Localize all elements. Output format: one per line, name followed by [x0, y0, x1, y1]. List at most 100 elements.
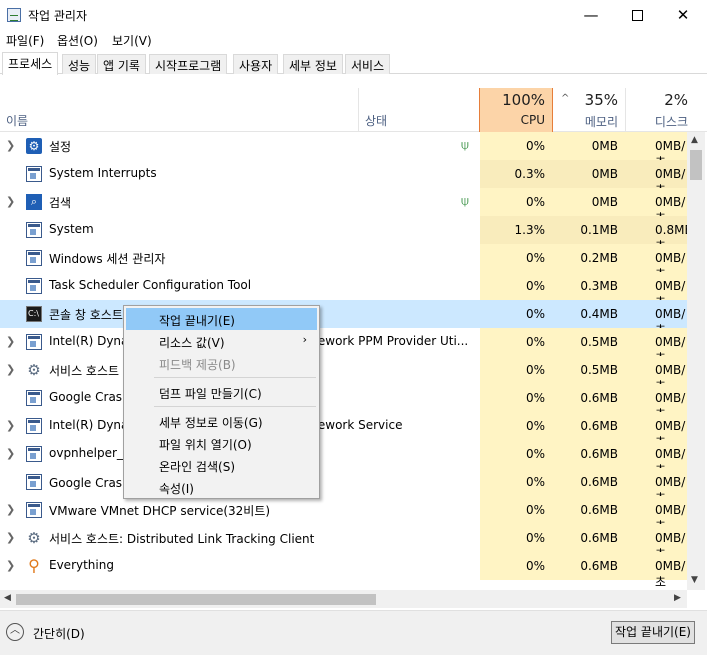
scroll-down-icon[interactable]: ▼ [691, 575, 698, 585]
window-icon [26, 222, 42, 238]
cpu-value: 0% [480, 384, 552, 412]
disk-value: 0MB/초 [625, 552, 687, 589]
expand-chevron-icon[interactable]: ❯ [6, 531, 15, 544]
cpu-value: 0.3% [480, 160, 552, 188]
tab-app-history[interactable]: 앱 기록 [97, 54, 146, 74]
tab-startup[interactable]: 시작프로그램 [149, 54, 228, 74]
tab-details[interactable]: 세부 정보 [283, 54, 343, 74]
expand-chevron-icon[interactable]: ❯ [6, 419, 15, 432]
maximize-icon [631, 9, 643, 21]
window-icon [26, 502, 42, 518]
context-menu-item[interactable]: 덤프 파일 만들기(C) [126, 381, 317, 403]
process-row[interactable]: ❯ ⚙ 서비스 호스트: Distributed Link Tracking Cli… [0, 524, 687, 561]
cpu-value: 0% [480, 244, 552, 272]
context-menu-item[interactable]: 파일 위치 열기(O) [126, 432, 317, 454]
disk-total-percent: 2% [664, 91, 688, 109]
context-menu-item-label: 세부 정보로 이동(G) [159, 416, 263, 430]
horizontal-scroll-thumb[interactable] [16, 594, 376, 605]
process-name: Windows 세션 관리자 [49, 252, 166, 266]
close-icon: ✕ [676, 6, 690, 24]
expand-chevron-icon[interactable]: ❯ [6, 363, 15, 376]
process-row[interactable]: ❯Intel(R) Dynamic Platform and Thermal F… [0, 328, 687, 365]
cpu-value: 0% [480, 328, 552, 356]
memory-value: 0.6MB [552, 412, 625, 440]
window-icon [26, 418, 42, 434]
scroll-right-icon[interactable]: ▶ [674, 593, 681, 603]
memory-value: 0.6MB [552, 440, 625, 468]
context-menu-item-label: 피드백 제공(B) [159, 358, 236, 372]
suspended-leaf-icon: ⍦ [461, 194, 469, 209]
column-status[interactable]: 상태 [365, 112, 387, 129]
menu-options[interactable]: 옵션(O) [57, 32, 98, 49]
window-icon [26, 166, 42, 182]
memory-value: 0.1MB [552, 216, 625, 244]
cpu-label: CPU [520, 113, 545, 127]
process-row[interactable]: ❯ VMware VMnet DHCP service(32비트) 0% 0.6MB 0… [0, 496, 687, 533]
tab-services[interactable]: 서비스 [345, 54, 391, 74]
process-row[interactable]: C:\ 콘솔 창 호스트 0% 0.4MB 0MB/초 [0, 300, 687, 337]
suspended-leaf-icon: ⍦ [461, 138, 469, 153]
cpu-value: 1.3% [480, 216, 552, 244]
process-row[interactable]: System 1.3%0.1MB0.8MB/초 [0, 216, 687, 253]
disk-value: 0MB/초 [625, 496, 687, 533]
process-row[interactable]: ❯Intel(R) Dynamic Platform and Thermal F… [0, 412, 687, 449]
process-row[interactable]: ❯ ⚙ 설정 ⍦ 0%0MB0MB/초 [0, 132, 687, 169]
vertical-scroll-thumb[interactable] [690, 150, 702, 180]
window-icon [26, 250, 42, 266]
process-row[interactable]: ❯ovpnhelper_service0%0.6MB0MB/초 [0, 440, 687, 477]
process-row[interactable]: System Interrupts 0.3%0MB0MB/초 [0, 160, 687, 197]
collapse-icon[interactable]: ︿ [6, 623, 24, 641]
process-row[interactable]: Task Scheduler Configuration Tool 0% 0.3MB… [0, 272, 687, 309]
process-row[interactable]: ❯ ⌕ 검색 ⍦ 0%0MB0MB/초 [0, 188, 687, 225]
expand-chevron-icon[interactable]: ❯ [6, 335, 15, 348]
column-cpu[interactable]: 100% CPU [479, 88, 553, 132]
expand-chevron-icon[interactable]: ❯ [6, 447, 15, 460]
context-menu-item[interactable]: 작업 끝내기(E) [126, 308, 317, 330]
context-menu-item-label: 리소스 값(V) [159, 336, 225, 350]
process-row[interactable]: ❯ ⚲ Everything 0% 0.6MB 0MB/초 [0, 552, 687, 589]
context-menu-item-label: 작업 끝내기(E) [159, 314, 235, 328]
horizontal-scrollbar[interactable]: ◀ ▶ [0, 590, 687, 608]
vertical-scrollbar[interactable]: ▲ ▼ [687, 132, 705, 590]
minimize-button[interactable]: — [568, 0, 614, 30]
scroll-left-icon[interactable]: ◀ [4, 593, 11, 603]
scroll-up-icon[interactable]: ▲ [691, 135, 698, 145]
expand-chevron-icon[interactable]: ❯ [6, 559, 15, 572]
tab-performance[interactable]: 성능 [62, 54, 97, 74]
context-menu-item[interactable]: 속성(I) [126, 476, 317, 498]
menu-file[interactable]: 파일(F) [6, 32, 44, 49]
process-list: ❯⚙설정⍦0%0MB0MB/초System Interrupts0.3%0MB0… [0, 132, 687, 590]
disk-value: 0MB/초 [625, 468, 687, 505]
disk-value: 0MB/초 [625, 132, 687, 169]
menu-view[interactable]: 보기(V) [112, 32, 152, 49]
memory-value: 0.2MB [552, 244, 625, 272]
process-row[interactable]: ❯ ⚙ 서비스 호스트 0%0.5MB0MB/초 [0, 356, 687, 393]
context-menu-item[interactable]: 리소스 값(V) › [126, 330, 317, 352]
disk-value: 0MB/초 [625, 244, 687, 281]
end-task-button[interactable]: 작업 끝내기(E) [611, 621, 695, 644]
memory-value: 0MB [552, 160, 625, 188]
process-row[interactable]: Google Crash Handler (32비트)0%0.6MB0MB/초 [0, 468, 687, 505]
sort-caret-icon: ^ [561, 93, 570, 104]
expand-chevron-icon[interactable]: ❯ [6, 139, 15, 152]
cpu-value: 0% [480, 132, 552, 160]
disk-value: 0MB/초 [625, 160, 687, 197]
disk-value: 0MB/초 [625, 188, 687, 225]
process-row[interactable]: Windows 세션 관리자 0%0.2MB0MB/초 [0, 244, 687, 281]
tab-users[interactable]: 사용자 [233, 54, 279, 74]
maximize-button[interactable] [614, 0, 660, 30]
process-row[interactable]: Google Crash Handler0%0.6MB0MB/초 [0, 384, 687, 421]
cpu-value: 0% [480, 356, 552, 384]
column-disk[interactable]: 2% 디스크 [625, 88, 695, 132]
fewer-details-link[interactable]: 간단히(D) [33, 625, 85, 642]
expand-chevron-icon[interactable]: ❯ [6, 195, 15, 208]
context-menu-item[interactable]: 온라인 검색(S) [126, 454, 317, 476]
context-menu-item[interactable]: 세부 정보로 이동(G) [126, 410, 317, 432]
window-icon [26, 474, 42, 490]
process-name: System Interrupts [49, 166, 157, 180]
expand-chevron-icon[interactable]: ❯ [6, 503, 15, 516]
close-button[interactable]: ✕ [660, 0, 706, 30]
tab-processes[interactable]: 프로세스 [2, 52, 59, 75]
column-name[interactable]: 이름 [6, 112, 28, 129]
process-name: System [49, 222, 94, 236]
